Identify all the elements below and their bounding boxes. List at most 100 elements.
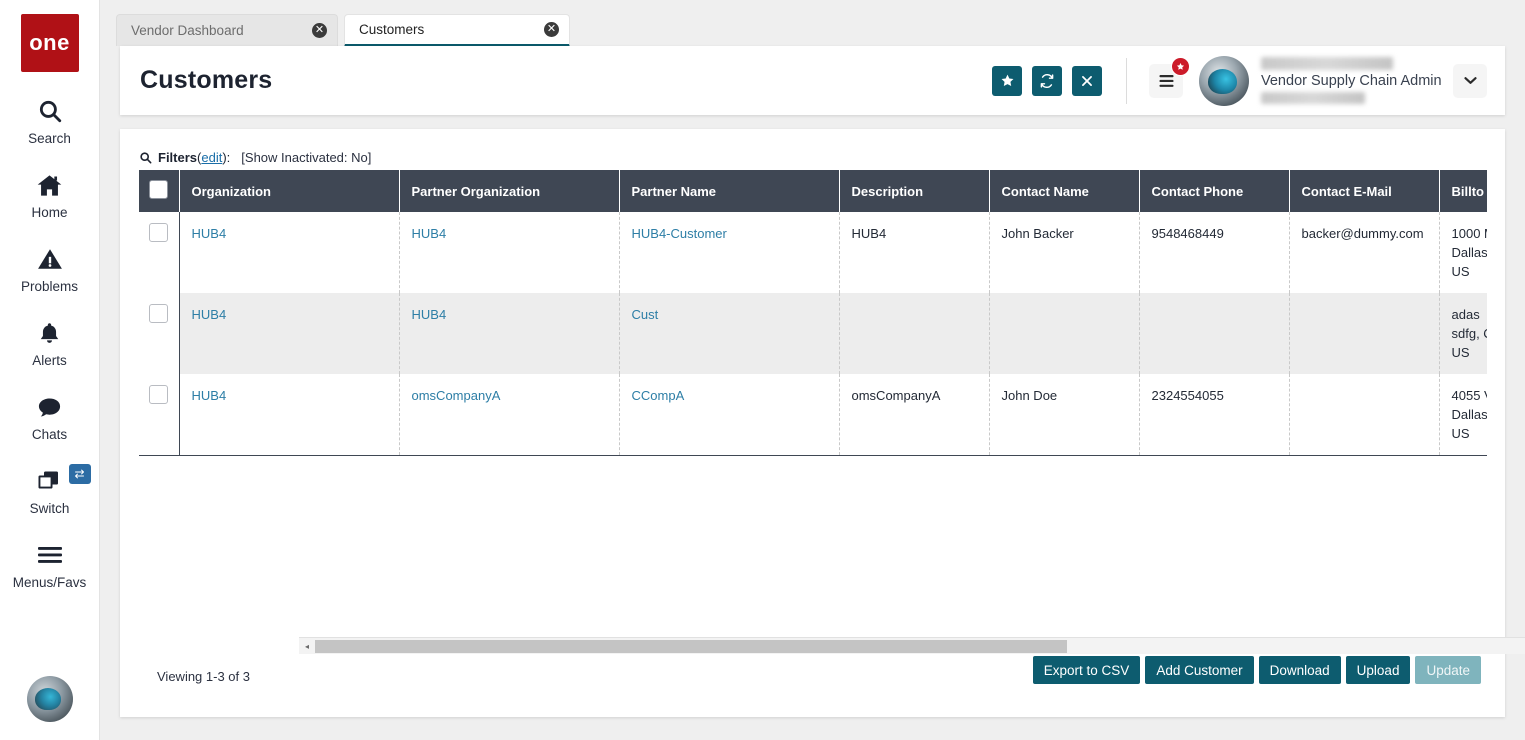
add-customer-button[interactable]: Add Customer xyxy=(1145,656,1254,684)
cell-contact-name: John Doe xyxy=(989,374,1140,456)
select-all-checkbox[interactable] xyxy=(149,180,169,199)
sidebar-item-problems[interactable]: Problems xyxy=(0,242,100,294)
close-icon xyxy=(1082,75,1092,86)
bell-icon xyxy=(37,316,62,350)
sidebar-item-switch[interactable]: ⇄ Switch xyxy=(0,464,100,516)
warning-triangle-icon xyxy=(37,242,63,276)
cell-organization[interactable]: HUB4 xyxy=(179,212,400,293)
upload-button[interactable]: Upload xyxy=(1345,656,1411,684)
column-header-partner-name[interactable]: Partner Name xyxy=(619,170,840,212)
search-icon xyxy=(139,151,152,164)
cell-organization[interactable]: HUB4 xyxy=(179,374,400,456)
scrollbar-track[interactable] xyxy=(315,638,1525,655)
close-button[interactable] xyxy=(1072,65,1102,96)
sidebar-item-label: Search xyxy=(28,131,71,146)
avatar[interactable] xyxy=(1199,55,1249,106)
cell-partner-organization[interactable]: HUB4 xyxy=(399,212,620,293)
hamburger-menu-icon xyxy=(1159,74,1173,87)
sidebar-item-alerts[interactable]: Alerts xyxy=(0,316,100,368)
tab-strip: Vendor Dashboard ✕ Customers ✕ xyxy=(100,0,1525,47)
row-checkbox[interactable] xyxy=(149,223,169,242)
select-all-header xyxy=(139,170,180,212)
cell-contact-name: John Backer xyxy=(989,212,1140,293)
tab-label: Vendor Dashboard xyxy=(131,23,244,38)
close-circle-icon[interactable]: ✕ xyxy=(544,22,559,37)
sidebar-item-label: Home xyxy=(31,205,68,220)
user-role: Vendor Supply Chain Admin xyxy=(1261,73,1442,89)
refresh-icon xyxy=(1040,73,1054,88)
cell-contact-email xyxy=(1289,374,1440,456)
sidebar-item-home[interactable]: Home xyxy=(0,168,100,220)
sidebar-item-chats[interactable]: Chats xyxy=(0,390,100,442)
row-select-cell xyxy=(139,374,180,456)
scroll-left-arrow-icon[interactable]: ◂ xyxy=(299,638,315,655)
column-header-description[interactable]: Description xyxy=(839,170,990,212)
cell-partner-name[interactable]: HUB4-Customer xyxy=(619,212,840,293)
chevron-down-icon xyxy=(1463,77,1477,84)
cell-contact-name xyxy=(989,293,1140,374)
column-header-organization[interactable]: Organization xyxy=(179,170,400,212)
search-icon xyxy=(37,94,63,128)
user-name-redacted xyxy=(1261,57,1393,70)
cell-organization[interactable]: HUB4 xyxy=(179,293,400,374)
cell-partner-organization[interactable]: omsCompanyA xyxy=(399,374,620,456)
cell-contact-email xyxy=(1289,293,1440,374)
filters-edit-link[interactable]: edit xyxy=(201,150,222,165)
hamburger-icon xyxy=(36,538,64,572)
scrollbar-thumb[interactable] xyxy=(315,639,1067,653)
table-row[interactable]: HUB4 HUB4 HUB4-Customer HUB4 John Backer 9548… xyxy=(139,212,1487,293)
cell-contact-phone: 9548468449 xyxy=(1139,212,1290,293)
table-row[interactable]: HUB4HUB4Custadassdfg, CTUS xyxy=(139,293,1487,374)
cell-billto-address: 1000 MDallas, TUS xyxy=(1439,212,1487,293)
tab-vendor-dashboard[interactable]: Vendor Dashboard ✕ xyxy=(116,14,338,46)
footer-actions: Export to CSV Add Customer Download Uplo… xyxy=(1032,656,1481,684)
header-divider xyxy=(1126,57,1127,104)
column-header-contact-name[interactable]: Contact Name xyxy=(989,170,1140,212)
sidebar-item-label: Alerts xyxy=(32,353,67,368)
sidebar-item-menus-favs[interactable]: Menus/Favs xyxy=(0,538,100,590)
column-header-partner-organization[interactable]: Partner Organization xyxy=(399,170,620,212)
sidebar-item-label: Problems xyxy=(20,279,79,294)
star-icon xyxy=(1176,62,1185,70)
data-grid: Organization Partner Organization Partne… xyxy=(139,170,1487,456)
menu-button-wrap xyxy=(1149,56,1190,98)
favorite-button[interactable] xyxy=(992,65,1022,96)
export-to-csv-button[interactable]: Export to CSV xyxy=(1032,656,1141,684)
row-select-cell xyxy=(139,212,180,293)
refresh-button[interactable] xyxy=(1032,65,1062,96)
cell-partner-organization[interactable]: HUB4 xyxy=(399,293,620,374)
left-sidebar: one Search Home Problems Alerts Chats ⇄ … xyxy=(0,0,100,740)
sidebar-item-search[interactable]: Search xyxy=(0,94,100,146)
column-header-contact-phone[interactable]: Contact Phone xyxy=(1139,170,1290,212)
sidebar-avatar[interactable] xyxy=(27,676,73,722)
sidebar-item-label: Menus/Favs xyxy=(12,575,87,590)
swap-arrows-icon[interactable]: ⇄ xyxy=(68,464,91,484)
table-row[interactable]: HUB4 omsCompanyA CCompA omsCompanyA John Doe… xyxy=(139,374,1487,456)
user-menu-toggle[interactable] xyxy=(1453,63,1487,98)
tab-customers[interactable]: Customers ✕ xyxy=(344,14,570,47)
row-checkbox[interactable] xyxy=(149,385,169,404)
table-header-row: Organization Partner Organization Partne… xyxy=(139,170,1487,212)
brand-logo[interactable]: one xyxy=(20,14,79,72)
cell-partner-name[interactable]: Cust xyxy=(619,293,840,374)
page-title: Customers xyxy=(140,66,273,94)
table-body: HUB4 HUB4 HUB4-Customer HUB4 John Backer 9548… xyxy=(139,212,1487,456)
download-button[interactable]: Download xyxy=(1258,656,1341,684)
star-icon xyxy=(1001,74,1013,86)
filters-value: [Show Inactivated: No] xyxy=(241,149,372,165)
sidebar-item-label: Chats xyxy=(31,427,68,442)
update-button[interactable]: Update xyxy=(1415,656,1481,684)
windows-stack-icon xyxy=(36,464,64,498)
horizontal-scrollbar[interactable]: ◂ ▸ xyxy=(299,637,1525,654)
filters-label: Filters xyxy=(158,149,198,165)
close-circle-icon[interactable]: ✕ xyxy=(312,23,327,38)
column-header-contact-email[interactable]: Contact E-Mail xyxy=(1289,170,1440,212)
row-select-cell xyxy=(139,293,180,374)
row-checkbox[interactable] xyxy=(149,304,169,323)
viewing-count: Viewing 1-3 of 3 xyxy=(157,669,250,684)
cell-description: HUB4 xyxy=(839,212,990,293)
column-header-billto-address[interactable]: Billto A xyxy=(1439,170,1487,212)
cell-partner-name[interactable]: CCompA xyxy=(619,374,840,456)
star-badge-icon xyxy=(1171,56,1190,76)
cell-contact-phone xyxy=(1139,293,1290,374)
